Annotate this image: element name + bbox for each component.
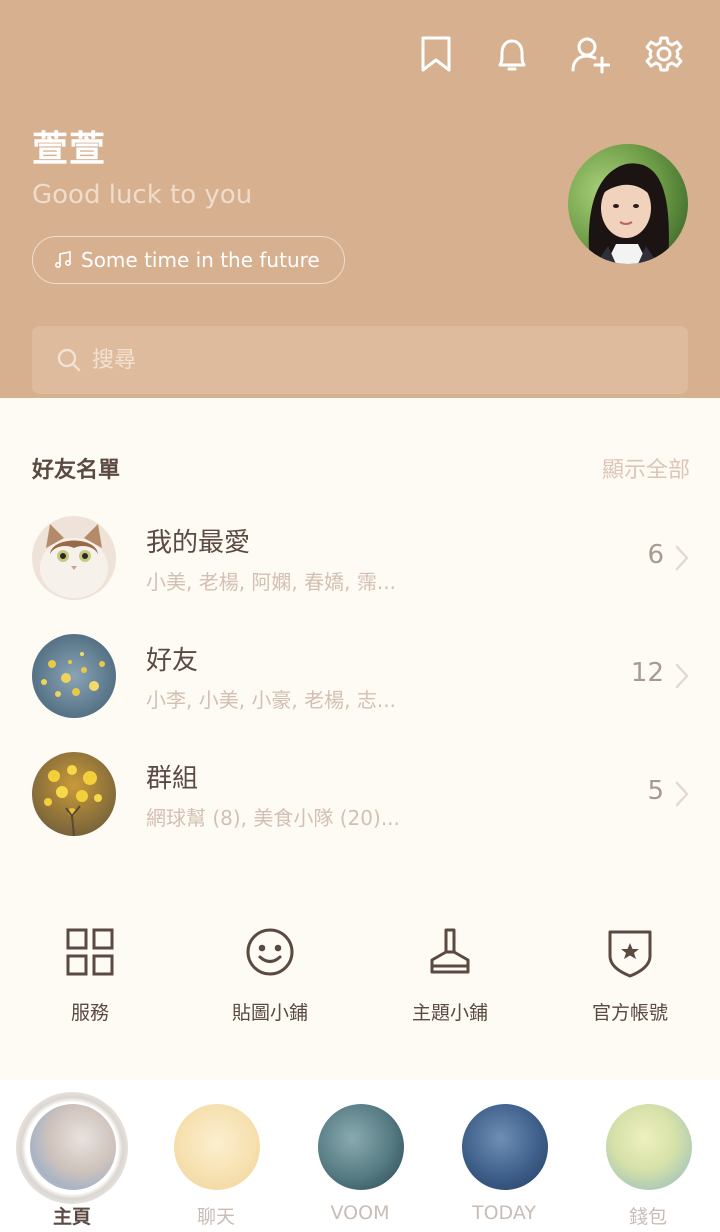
friends-title: 好友 — [146, 646, 199, 676]
shield-star-icon — [608, 930, 652, 978]
home-icon — [30, 1104, 116, 1190]
nav-home[interactable]: 主頁 — [0, 1080, 144, 1232]
gear-icon[interactable] — [644, 34, 684, 74]
nav-label: 錢包 — [628, 1206, 667, 1228]
avatar[interactable] — [568, 144, 688, 264]
service-label: 主題小鋪 — [411, 1002, 488, 1024]
service-services[interactable]: 服務 — [0, 924, 180, 1034]
search-input[interactable] — [92, 347, 652, 373]
show-all-link[interactable]: 顯示全部 — [602, 452, 690, 484]
groups-count: 5 — [647, 776, 664, 806]
music-title: Some time in the future — [81, 248, 320, 272]
status-message[interactable]: Good luck to you — [32, 180, 252, 210]
profile-header: 萱萱 Good luck to you Some time in the fut… — [0, 0, 720, 398]
groups-thumbnail — [32, 752, 116, 836]
list-item-friends[interactable]: 好友 小李, 小美, 小豪, 老楊, 志... 12 — [0, 620, 720, 730]
profile-name[interactable]: 萱萱 — [32, 120, 106, 172]
service-label: 官方帳號 — [591, 1002, 668, 1024]
groups-subtitle: 網球幫 (8), 美食小隊 (20)... — [146, 806, 400, 830]
nav-today[interactable]: TODAY — [432, 1080, 576, 1232]
bookmark-icon[interactable] — [416, 34, 456, 74]
list-item-groups[interactable]: 群組 網球幫 (8), 美食小隊 (20)... 5 — [0, 738, 720, 848]
list-item-favorites[interactable]: 我的最愛 小美, 老楊, 阿嫻, 春嬌, 霈... 6 — [0, 502, 720, 612]
today-icon — [462, 1104, 548, 1190]
nav-label: TODAY — [472, 1202, 536, 1224]
bottom-nav: 主頁 聊天 VOOM TODAY 錢包 — [0, 1080, 720, 1232]
friends-subtitle: 小李, 小美, 小豪, 老楊, 志... — [146, 688, 396, 712]
service-label: 服務 — [70, 1002, 109, 1024]
voom-icon — [318, 1104, 404, 1190]
favorites-subtitle: 小美, 老楊, 阿嫻, 春嬌, 霈... — [146, 570, 396, 594]
nav-voom[interactable]: VOOM — [288, 1080, 432, 1232]
friends-section-title: 好友名單 — [32, 458, 121, 483]
nav-wallet[interactable]: 錢包 — [576, 1080, 720, 1232]
wallet-icon — [606, 1104, 692, 1190]
nav-label: 聊天 — [196, 1206, 235, 1228]
search-box[interactable] — [32, 326, 688, 394]
groups-title: 群組 — [146, 764, 199, 794]
service-official-accounts[interactable]: 官方帳號 — [540, 924, 720, 1034]
grid-icon — [66, 928, 114, 976]
chevron-right-icon — [675, 545, 689, 571]
favorites-title: 我的最愛 — [146, 528, 251, 558]
friends-count: 12 — [630, 658, 664, 688]
favorites-thumbnail — [32, 516, 116, 600]
smiley-icon — [246, 928, 294, 976]
profile-music-button[interactable]: Some time in the future — [32, 236, 345, 284]
chevron-right-icon — [675, 781, 689, 807]
music-note-icon — [54, 251, 72, 269]
nav-label: VOOM — [330, 1202, 390, 1224]
service-sticker-shop[interactable]: 貼圖小鋪 — [180, 924, 360, 1034]
bell-icon[interactable] — [492, 34, 532, 74]
nav-chat[interactable]: 聊天 — [144, 1080, 288, 1232]
brush-icon — [430, 928, 470, 974]
add-friend-icon[interactable] — [570, 34, 610, 74]
nav-label: 主頁 — [52, 1206, 91, 1228]
chat-icon — [174, 1104, 260, 1190]
friends-thumbnail — [32, 634, 116, 718]
chevron-right-icon — [675, 663, 689, 689]
service-theme-shop[interactable]: 主題小鋪 — [360, 924, 540, 1034]
search-icon — [57, 348, 81, 372]
service-label: 貼圖小鋪 — [231, 1002, 308, 1024]
favorites-count: 6 — [647, 540, 664, 570]
